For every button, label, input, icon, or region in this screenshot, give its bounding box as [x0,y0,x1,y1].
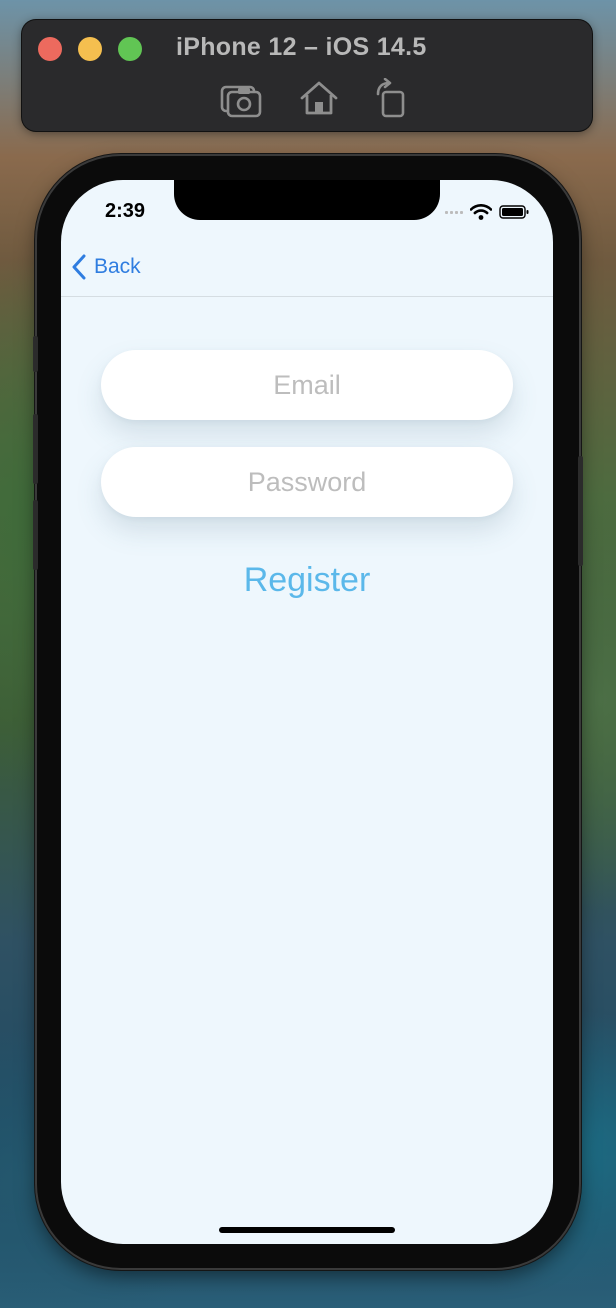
notch [174,180,440,220]
app-screen: 2:39 Back Email Register [61,180,553,1244]
mute-switch [33,336,38,372]
iphone-device: 2:39 Back Email Register [33,156,583,1268]
power-button [578,456,583,566]
minimize-window-button[interactable] [78,37,102,61]
volume-up-button [33,414,38,484]
zoom-window-button[interactable] [118,37,142,61]
camera-icon[interactable] [219,78,263,118]
home-indicator[interactable] [219,1227,395,1233]
email-field-container [101,350,513,420]
battery-icon [499,204,529,220]
wifi-icon [470,204,492,220]
email-input[interactable] [101,368,513,402]
chevron-left-icon [72,254,86,280]
register-button[interactable]: Register [61,560,553,601]
status-indicators [445,204,529,220]
back-label: Back [94,255,141,278]
simulator-toolbar: iPhone 12 – iOS 14.5 [22,20,592,131]
simulator-title: iPhone 12 – iOS 14.5 [176,33,427,61]
volume-down-button [33,500,38,570]
rotate-icon[interactable] [370,78,414,118]
password-field-container [101,447,513,517]
back-button[interactable]: Back [71,252,141,282]
close-window-button[interactable] [38,37,62,61]
password-input[interactable] [101,465,513,499]
cellular-signal-icon [445,210,463,214]
navigation-bar: Back [61,220,553,297]
home-icon[interactable] [297,78,341,118]
